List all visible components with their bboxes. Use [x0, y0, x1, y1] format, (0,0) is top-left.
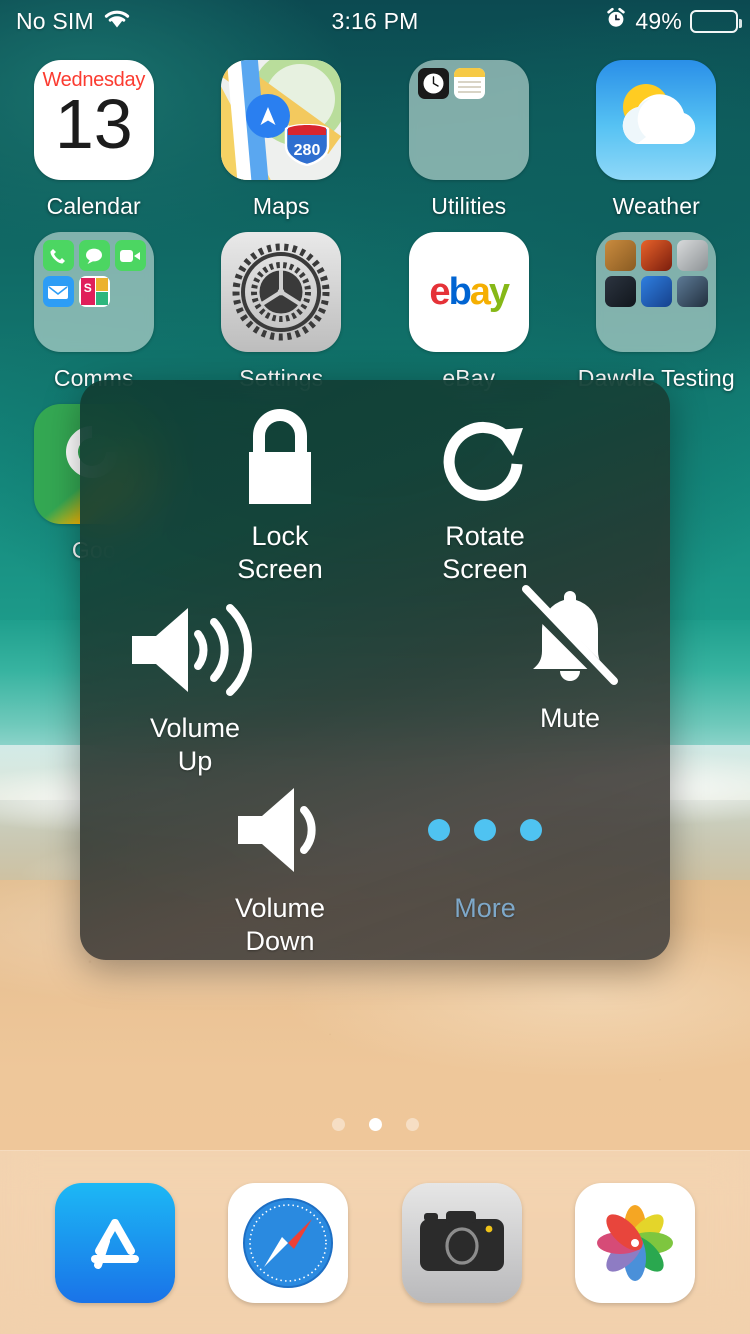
app-label: Calendar: [46, 193, 141, 219]
folder-dawdle-testing[interactable]: Dawdle Testing: [563, 220, 750, 392]
status-bar: No SIM 3:16 PM 49%: [0, 0, 750, 42]
assistive-item-label: Volume Down: [234, 893, 326, 956]
mini-icon-facetime: [114, 240, 146, 271]
maps-icon[interactable]: 280: [221, 60, 342, 180]
safari-compass-icon[interactable]: [228, 1182, 349, 1303]
assistive-item-mute[interactable]: Mute: [490, 580, 650, 735]
page-dots[interactable]: [0, 1118, 750, 1131]
calendar-day-number: 13: [54, 85, 133, 163]
maps-highway-shield-icon: 280: [285, 124, 330, 166]
mini-icon-phone: [42, 240, 74, 271]
status-bar-right: 49%: [605, 7, 742, 35]
calendar-icon[interactable]: Wednesday 13: [33, 60, 154, 180]
camera-icon[interactable]: [401, 1182, 522, 1303]
assistive-item-rotate-screen[interactable]: Rotate Screen: [395, 398, 575, 586]
folder-icon[interactable]: [408, 60, 529, 180]
app-label: Maps: [252, 193, 310, 219]
ebay-wordmark: ebay: [429, 270, 510, 313]
mini-icon-clock: [417, 68, 449, 99]
app-maps[interactable]: 280 Maps: [188, 48, 376, 220]
assistive-touch-menu[interactable]: Lock Screen Rotate Screen Volume Up Mute…: [80, 380, 670, 960]
app-weather[interactable]: Weather: [563, 48, 750, 220]
bell-slash-icon: [512, 580, 628, 700]
page-dot-3[interactable]: [405, 1118, 419, 1131]
assistive-item-label: More: [454, 893, 516, 923]
mini-icon-game-6: [677, 276, 709, 307]
assistive-item-lock-screen[interactable]: Lock Screen: [195, 398, 365, 586]
app-settings[interactable]: Settings: [188, 220, 376, 392]
mini-icon-game-1: [605, 240, 637, 271]
settings-gear-icon[interactable]: [221, 232, 342, 352]
volume-up-icon: [126, 590, 264, 710]
mini-icon-notes: [453, 68, 485, 99]
alarm-clock-icon: [605, 7, 627, 35]
mini-icon-slack: S: [78, 276, 110, 307]
mini-icon-mail: [42, 276, 74, 307]
assistive-item-label: Mute: [539, 703, 601, 733]
folder-utilities[interactable]: Utilities: [375, 48, 563, 220]
assistive-item-label: Volume Up: [149, 713, 241, 776]
folder-comms[interactable]: S Comms: [0, 220, 188, 392]
assistive-item-label: Rotate Screen: [442, 521, 528, 584]
home-row-2: S Comms Settings ebay eBay Dawdle Testin…: [0, 220, 750, 392]
app-label: Weather: [612, 193, 700, 219]
battery-icon: [690, 9, 742, 33]
page-dot-1[interactable]: [331, 1118, 345, 1131]
three-dots-icon: [428, 770, 542, 890]
mini-icon-game-5: [641, 276, 673, 307]
mini-icon-messages: [78, 240, 110, 271]
home-row-1: Wednesday 13 Calendar 280 Maps Utilities…: [0, 48, 750, 220]
folder-icon[interactable]: S: [33, 232, 154, 352]
page-dot-2-active[interactable]: [368, 1118, 382, 1131]
assistive-item-label: Lock Screen: [237, 521, 323, 584]
folder-icon[interactable]: [596, 232, 717, 352]
svg-text:280: 280: [294, 142, 321, 159]
rotate-icon: [429, 398, 541, 518]
app-calendar[interactable]: Wednesday 13 Calendar: [0, 48, 188, 220]
app-label: Utilities: [431, 193, 507, 219]
assistive-item-volume-down[interactable]: Volume Down: [190, 770, 370, 958]
app-store-icon[interactable]: [54, 1182, 175, 1303]
ebay-icon[interactable]: ebay: [408, 232, 529, 352]
assistive-item-more[interactable]: More: [395, 770, 575, 925]
mini-icon-game-2: [641, 240, 673, 271]
photos-flower-icon[interactable]: [575, 1182, 696, 1303]
weather-icon[interactable]: [596, 60, 717, 180]
assistive-item-volume-up[interactable]: Volume Up: [100, 590, 290, 778]
app-ebay[interactable]: ebay eBay: [375, 220, 563, 392]
assistive-touch-grid: Lock Screen Rotate Screen Volume Up Mute…: [80, 380, 670, 960]
dock: [0, 1150, 750, 1334]
mini-icon-game-3: [677, 240, 709, 271]
battery-percent-label: 49%: [635, 7, 682, 34]
volume-down-icon: [224, 770, 336, 890]
mini-icon-game-4: [605, 276, 637, 307]
lock-icon: [233, 398, 327, 518]
